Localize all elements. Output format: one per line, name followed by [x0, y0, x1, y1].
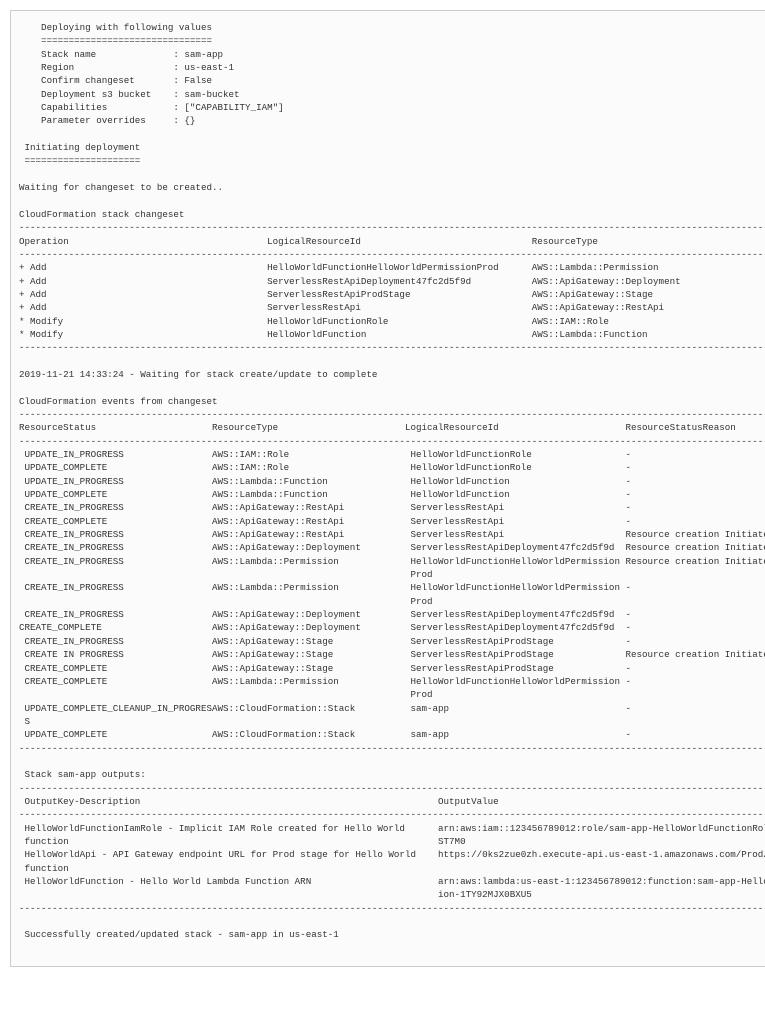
- terminal-text: Deploying with following values ========…: [19, 21, 759, 942]
- terminal-output: Deploying with following values ========…: [10, 10, 765, 967]
